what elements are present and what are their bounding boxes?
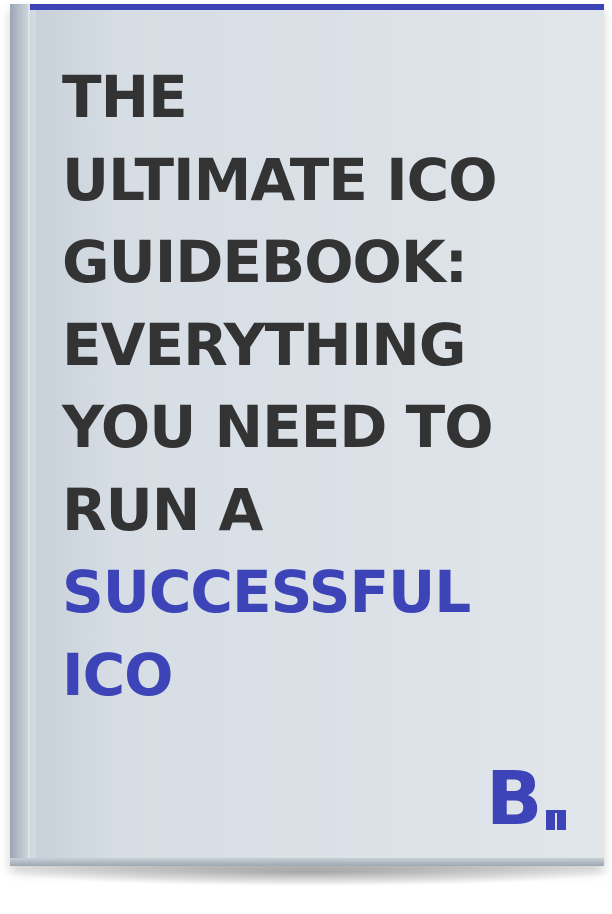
book-cover: THE ULTIMATE ICO GUIDEBOOK: EVERYTHING Y… (10, 4, 604, 866)
title-line: RUN A (62, 475, 263, 544)
logo-bar-top (546, 810, 566, 813)
ebook-cover-stage: THE ULTIMATE ICO GUIDEBOOK: EVERYTHING Y… (0, 0, 612, 914)
title-line: THE (62, 63, 188, 131)
book-page-edge (10, 858, 604, 866)
title-line: GUIDEBOOK: (62, 228, 468, 296)
spine-highlight (28, 4, 31, 866)
title-line: ULTIMATE ICO (62, 145, 498, 214)
logo-letter: B (486, 760, 542, 832)
title-line: YOU NEED TO (62, 393, 494, 461)
book-spine (10, 4, 36, 866)
top-accent-band (30, 4, 604, 10)
title-line: EVERYTHING (62, 310, 466, 379)
title-accent-line: SUCCESSFUL (62, 558, 471, 626)
title-accent-line: ICO (62, 640, 173, 709)
brand-logo-icon: B (486, 760, 566, 832)
book-title: THE ULTIMATE ICO GUIDEBOOK: EVERYTHING Y… (62, 56, 498, 716)
